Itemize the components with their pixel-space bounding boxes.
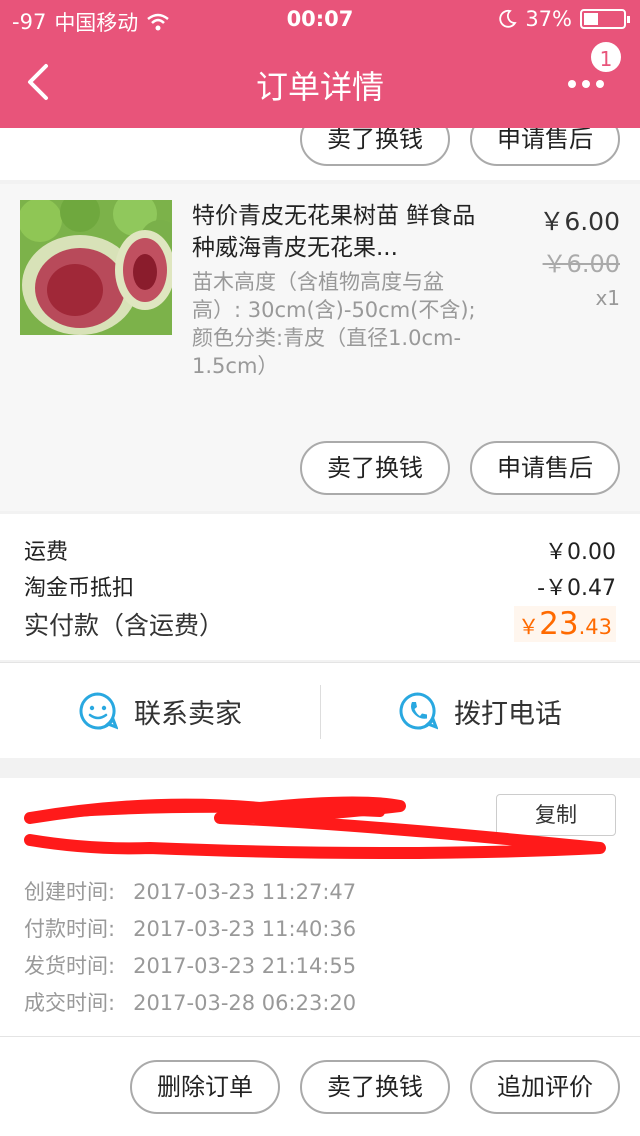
status-bar: -97 中国移动 00:07 37% (0, 0, 640, 40)
product-quantity: x1 (595, 286, 620, 310)
contact-seller-button[interactable]: 联系卖家 (0, 663, 320, 759)
battery-icon (580, 9, 630, 29)
call-phone-label: 拨打电话 (454, 698, 562, 730)
nav-bar: 订单详情 1 (0, 40, 640, 128)
product-original-price: ￥6.00 (542, 250, 620, 278)
completed-time-row: 成交时间: 2017-03-28 06:23:20 (24, 987, 356, 1017)
product-specs: 苗木高度（含植物高度与盆高）: 30cm(含)-50cm(不含);颜色分类:青皮… (192, 270, 476, 378)
call-phone-button[interactable]: 拨打电话 (320, 663, 640, 759)
more-button[interactable]: 1 (568, 40, 623, 104)
completed-time-label: 成交时间: (24, 991, 116, 1015)
shipped-time-label: 发货时间: (24, 954, 116, 978)
notification-badge: 1 (589, 40, 623, 74)
after-sale-button[interactable]: 申请售后 (470, 441, 620, 495)
product-card[interactable]: 特价青皮无花果树苗 鲜食品种威海青皮无花果... 苗木高度（含植物高度与盆高）:… (0, 184, 640, 511)
product-name[interactable]: 特价青皮无花果树苗 鲜食品种威海青皮无花果... (192, 200, 492, 264)
bottom-sell-button[interactable]: 卖了换钱 (300, 1060, 450, 1114)
phone-icon (399, 692, 438, 730)
paid-time-label: 付款时间: (24, 917, 116, 941)
smile-chat-icon (79, 692, 118, 730)
add-review-button[interactable]: 追加评价 (470, 1060, 620, 1114)
sell-button[interactable]: 卖了换钱 (300, 441, 450, 495)
total-label: 实付款（含运费） (24, 611, 225, 640)
copy-button[interactable]: 复制 (496, 794, 616, 836)
total-amount: ￥23.43 (514, 606, 616, 642)
shipped-time-value: 2017-03-23 21:14:55 (133, 954, 357, 978)
payment-summary: 运费 ￥0.00 淘金币抵扣 -￥0.47 实付款（含运费） ￥23.43 (0, 514, 640, 660)
moon-icon (499, 9, 517, 28)
page-title: 订单详情 (255, 68, 384, 106)
completed-time-value: 2017-03-28 06:23:20 (133, 991, 357, 1015)
contact-bar: 联系卖家 拨打电话 (0, 662, 640, 758)
product-price: ￥6.00 (539, 207, 620, 236)
header: -97 中国移动 00:07 37% 订单详情 1 (0, 0, 640, 128)
created-time-row: 创建时间: 2017-03-23 11:27:47 (24, 876, 356, 906)
product-image[interactable] (20, 200, 172, 335)
prev-item-actions: 卖了换钱 申请售后 (0, 112, 640, 180)
order-info: 复制 创建时间: 2017-03-23 11:27:47 付款时间: 2017-03… (0, 778, 640, 1036)
shipping-value: ￥0.00 (545, 540, 616, 565)
paid-time-value: 2017-03-23 11:40:36 (133, 917, 357, 941)
coin-discount-value: -￥0.47 (537, 576, 616, 601)
battery-percent: 37% (525, 7, 572, 31)
total-integer: 23 (539, 606, 579, 642)
coin-discount-label: 淘金币抵扣 (24, 576, 135, 601)
shipping-label: 运费 (24, 540, 69, 565)
more-icon (568, 80, 604, 88)
shipped-time-row: 发货时间: 2017-03-23 21:14:55 (24, 950, 356, 980)
contact-seller-label: 联系卖家 (134, 698, 242, 730)
paid-time-row: 付款时间: 2017-03-23 11:40:36 (24, 913, 356, 943)
created-time-value: 2017-03-23 11:27:47 (133, 880, 357, 904)
delete-order-button[interactable]: 删除订单 (130, 1060, 280, 1114)
bottom-action-bar: 删除订单 卖了换钱 追加评价 (0, 1036, 640, 1136)
total-decimal: .43 (578, 615, 612, 639)
created-time-label: 创建时间: (24, 880, 116, 904)
total-currency: ￥ (518, 615, 540, 639)
